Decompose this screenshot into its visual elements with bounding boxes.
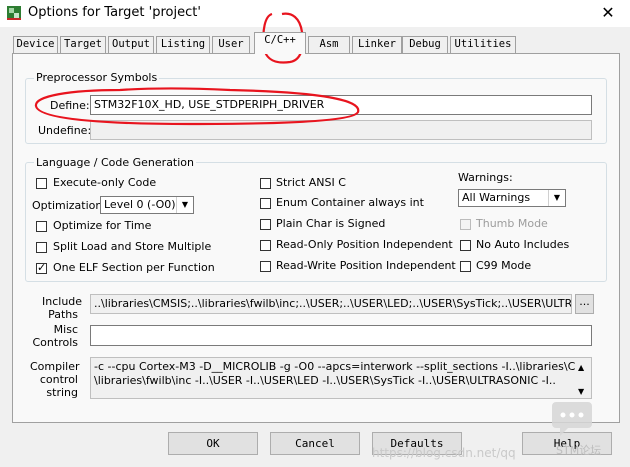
compiler-string-line: \libraries\fwilb\inc -I..\USER -I..\USER… — [94, 374, 556, 387]
warnings-label: Warnings: — [458, 171, 513, 184]
controls-label: Controls — [32, 336, 79, 349]
include-label: Include — [42, 295, 83, 308]
optimization-select[interactable]: Level 0 (-O0) ▼ — [100, 196, 194, 214]
browse-include-button[interactable]: ... — [575, 294, 594, 314]
ro-position-checkbox[interactable] — [260, 240, 271, 251]
chevron-up-icon: ▲ — [578, 363, 585, 372]
chat-bubble-icon — [552, 402, 592, 436]
split-load-label: Split Load and Store Multiple — [53, 240, 212, 253]
title-bar: Options for Target 'project' ✕ — [0, 0, 630, 27]
undefine-label: Undefine: — [38, 124, 92, 137]
checkmark-icon: ✓ — [37, 261, 47, 274]
one-elf-label: One ELF Section per Function — [53, 261, 215, 274]
string-label: string — [46, 386, 78, 399]
optimize-time-checkbox[interactable] — [36, 221, 47, 232]
c99-mode-checkbox[interactable] — [460, 261, 471, 272]
c99-mode-label: C99 Mode — [476, 259, 532, 272]
thumb-mode-checkbox[interactable] — [460, 219, 471, 230]
split-load-checkbox[interactable] — [36, 242, 47, 253]
preprocessor-group-label: Preprocessor Symbols — [34, 71, 160, 84]
include-paths-field[interactable]: ..\libraries\CMSIS;..\libraries\fwilb\in… — [90, 294, 572, 314]
define-field[interactable]: STM32F10X_HD, USE_STDPERIPH_DRIVER — [90, 95, 592, 115]
tab-listing[interactable]: Listing — [156, 36, 210, 53]
define-label: Define: — [50, 99, 90, 112]
paths-label: Paths — [48, 308, 78, 321]
undefine-field[interactable] — [90, 120, 592, 140]
language-group-label: Language / Code Generation — [34, 156, 197, 169]
tab-asm[interactable]: Asm — [308, 36, 350, 53]
rw-position-label: Read-Write Position Independent — [276, 259, 456, 272]
one-elf-checkbox[interactable]: ✓ — [36, 261, 47, 274]
compiler-label: Compiler — [30, 360, 80, 373]
ok-button[interactable]: OK — [168, 432, 258, 455]
compiler-scrollbar[interactable]: ▲ ▼ — [575, 358, 591, 398]
execute-only-label: Execute-only Code — [53, 176, 157, 189]
chevron-down-icon: ▼ — [548, 190, 565, 206]
thumb-mode-label: Thumb Mode — [476, 217, 548, 230]
warnings-select[interactable]: All Warnings ▼ — [458, 189, 566, 207]
enum-container-checkbox[interactable] — [260, 198, 271, 209]
tab-utilities[interactable]: Utilities — [450, 36, 516, 53]
chevron-down-icon: ▼ — [176, 197, 193, 213]
no-auto-includes-label: No Auto Includes — [476, 238, 570, 251]
chevron-down-icon: ▼ — [578, 387, 585, 396]
close-icon: ✕ — [601, 3, 615, 22]
watermark-brand: STM论坛 — [556, 444, 602, 457]
enum-container-label: Enum Container always int — [276, 196, 424, 209]
compiler-string-field[interactable]: -c --cpu Cortex-M3 -D__MICROLIB -g -O0 -… — [90, 357, 592, 399]
compiler-string-line: -c --cpu Cortex-M3 -D__MICROLIB -g -O0 -… — [94, 360, 592, 373]
misc-label: Misc — [53, 323, 78, 336]
watermark-url: https://blog.csdn.net/qq — [372, 446, 516, 460]
misc-controls-field[interactable] — [90, 325, 592, 346]
strict-ansi-checkbox[interactable] — [260, 178, 271, 189]
control-label: control — [39, 373, 78, 386]
ro-position-label: Read-Only Position Independent — [276, 238, 453, 251]
tab-device[interactable]: Device — [13, 36, 58, 53]
tab-user[interactable]: User — [212, 36, 250, 53]
optimization-label: Optimization: — [32, 199, 107, 212]
tab-cpp[interactable]: C/C++ — [254, 32, 306, 54]
strict-ansi-label: Strict ANSI C — [276, 176, 346, 189]
rw-position-checkbox[interactable] — [260, 261, 271, 272]
plain-char-checkbox[interactable] — [260, 219, 271, 230]
plain-char-label: Plain Char is Signed — [276, 217, 386, 230]
close-button[interactable]: ✕ — [586, 0, 630, 27]
tab-target[interactable]: Target — [60, 36, 106, 53]
tab-linker[interactable]: Linker — [352, 36, 402, 53]
tab-output[interactable]: Output — [108, 36, 154, 53]
execute-only-checkbox[interactable] — [36, 178, 47, 189]
tab-debug[interactable]: Debug — [402, 36, 448, 53]
optimize-time-label: Optimize for Time — [53, 219, 152, 232]
no-auto-includes-checkbox[interactable] — [460, 240, 471, 251]
cancel-button[interactable]: Cancel — [270, 432, 360, 455]
window-title: Options for Target 'project' — [28, 5, 201, 20]
app-icon — [7, 6, 21, 20]
